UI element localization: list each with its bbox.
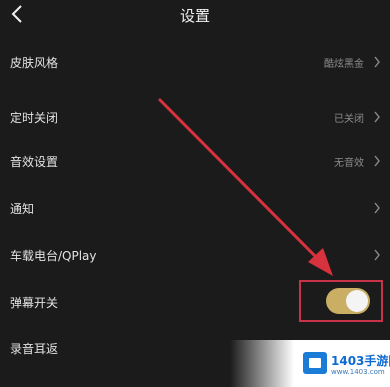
chevron-right-icon bbox=[374, 111, 380, 123]
setting-label: 音效设置 bbox=[10, 155, 59, 169]
setting-label: 录音耳返 bbox=[10, 342, 59, 356]
setting-label: 皮肤风格 bbox=[10, 56, 59, 70]
danmaku-toggle[interactable] bbox=[326, 288, 370, 314]
setting-value: 已关闭 bbox=[334, 114, 364, 125]
toggle-knob bbox=[346, 290, 368, 312]
header-bar: 设置 bbox=[0, 0, 390, 28]
page-title: 设置 bbox=[179, 7, 210, 25]
setting-row-car-radio[interactable]: 车载电台/QPlay bbox=[0, 233, 390, 279]
chevron-right-icon bbox=[374, 249, 380, 261]
setting-value: 无音效 bbox=[334, 158, 364, 169]
setting-label: 通知 bbox=[10, 202, 35, 216]
setting-row-sound-effect[interactable]: 音效设置 无音效 bbox=[0, 139, 390, 185]
setting-row-sleep-timer[interactable]: 定时关闭 已关闭 bbox=[0, 95, 390, 141]
setting-row-skin[interactable]: 皮肤风格 酷炫黑金 bbox=[0, 40, 390, 86]
watermark-logo-icon bbox=[303, 352, 327, 374]
setting-label: 弹幕开关 bbox=[10, 296, 59, 310]
watermark: 1403手游网 www.1403.com bbox=[303, 349, 390, 379]
setting-label: 定时关闭 bbox=[10, 111, 59, 125]
watermark-subtext: www.1403.com bbox=[331, 368, 385, 376]
chevron-right-icon bbox=[374, 56, 380, 68]
setting-value: 酷炫黑金 bbox=[324, 59, 364, 70]
setting-label: 车载电台/QPlay bbox=[10, 249, 97, 263]
setting-row-notification[interactable]: 通知 bbox=[0, 186, 390, 232]
chevron-right-icon bbox=[374, 155, 380, 167]
watermark-text: 1403手游网 bbox=[331, 354, 390, 368]
chevron-right-icon bbox=[374, 202, 380, 214]
